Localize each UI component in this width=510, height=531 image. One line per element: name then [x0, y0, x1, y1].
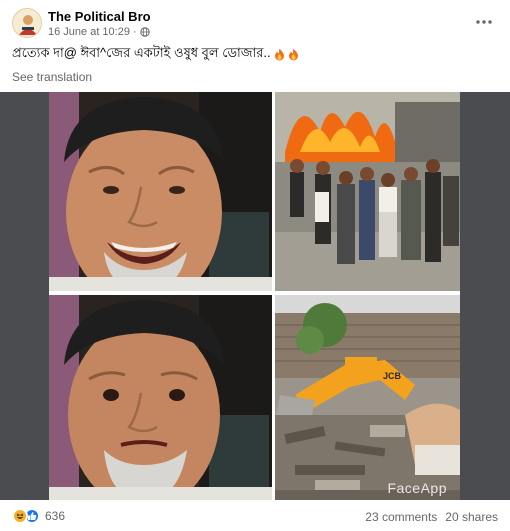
street-fire-crowd-photo	[275, 92, 460, 291]
post-timestamp[interactable]: 16 June at 10:29	[48, 26, 130, 38]
fire-emoji-icon	[288, 48, 299, 61]
facebook-post: The Political Bro 16 June at 10:29 · প্র…	[0, 0, 510, 531]
reaction-count: 636	[45, 509, 66, 523]
meta-separator: ·	[132, 26, 137, 38]
more-options-icon[interactable]	[472, 10, 496, 34]
page-name-link[interactable]: The Political Bro	[48, 9, 151, 24]
post-header: The Political Bro 16 June at 10:29 ·	[12, 8, 502, 42]
image-collage: JCB FaceApp	[49, 92, 460, 500]
globe-icon	[139, 27, 150, 37]
shares-count-link[interactable]: 20 shares	[445, 510, 498, 524]
faceapp-watermark: FaceApp	[387, 480, 447, 496]
reactions-summary[interactable]: 636	[12, 508, 65, 524]
comments-count-link[interactable]: 23 comments	[365, 510, 437, 524]
worried-elderly-man-photo	[49, 295, 272, 500]
page-avatar[interactable]	[12, 8, 42, 38]
haha-reaction-icon	[12, 508, 28, 524]
post-footer: 636 23 comments 20 shares	[12, 506, 498, 526]
post-media[interactable]: JCB FaceApp	[0, 92, 510, 500]
post-caption: প্রত্যেক দা@ ঈবা^জের একটাই ওষুধ বুল ডোজা…	[12, 44, 299, 65]
bulldozer-demolition-photo: JCB FaceApp	[275, 295, 460, 500]
post-meta: 16 June at 10:29 ·	[48, 26, 150, 38]
see-translation-link[interactable]: See translation	[12, 70, 92, 84]
engagement-stats: 23 comments 20 shares	[365, 510, 498, 524]
smiling-elderly-man-photo	[49, 92, 272, 291]
caption-text: প্রত্যেক দা@ ঈবা^জের একটাই ওষুধ বুল ডোজা…	[12, 45, 271, 60]
svg-text:JCB: JCB	[383, 371, 402, 381]
fire-emoji-icon	[274, 48, 285, 61]
